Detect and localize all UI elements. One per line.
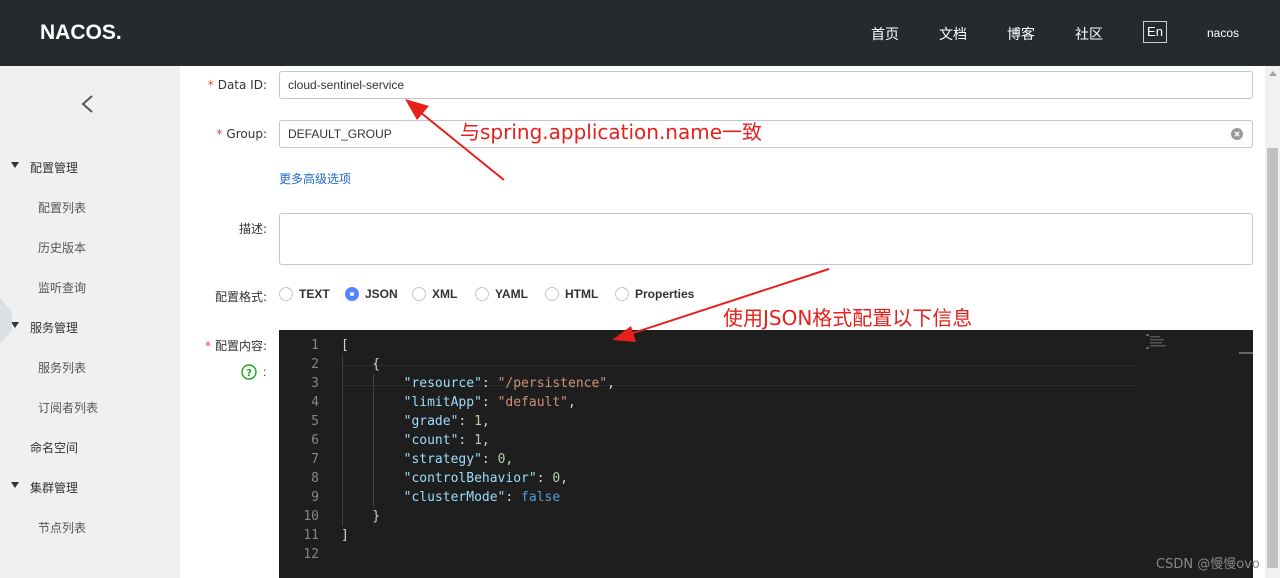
watermark: CSDN @慢慢ovo <box>1156 557 1260 572</box>
annotation-arrowhead <box>612 326 636 342</box>
annotation-layer <box>405 99 830 342</box>
scrollbar-thumb[interactable] <box>1267 148 1278 568</box>
annotation-content-note: 使用JSON格式配置以下信息 <box>723 306 973 330</box>
annotation-group-note: 与spring.application.name一致 <box>460 120 763 144</box>
scroll-up-arrow-icon[interactable] <box>1269 71 1277 76</box>
page-scrollbar[interactable] <box>1265 66 1280 578</box>
